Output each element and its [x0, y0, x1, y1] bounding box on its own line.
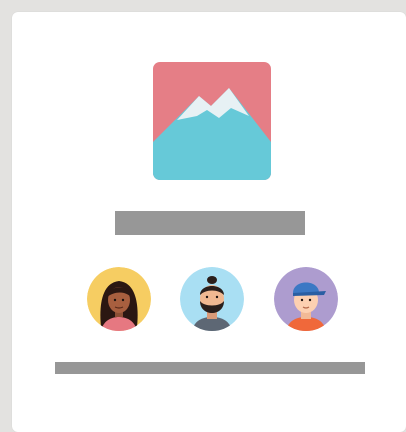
mountain-image-icon — [153, 62, 271, 180]
footer-placeholder-bar — [55, 362, 365, 374]
title-placeholder-bar — [115, 211, 305, 235]
capped-man-avatar-icon[interactable] — [274, 267, 338, 331]
bearded-man-avatar-icon[interactable] — [180, 267, 244, 331]
woman-avatar-icon[interactable] — [87, 267, 151, 331]
profile-card — [12, 12, 406, 432]
